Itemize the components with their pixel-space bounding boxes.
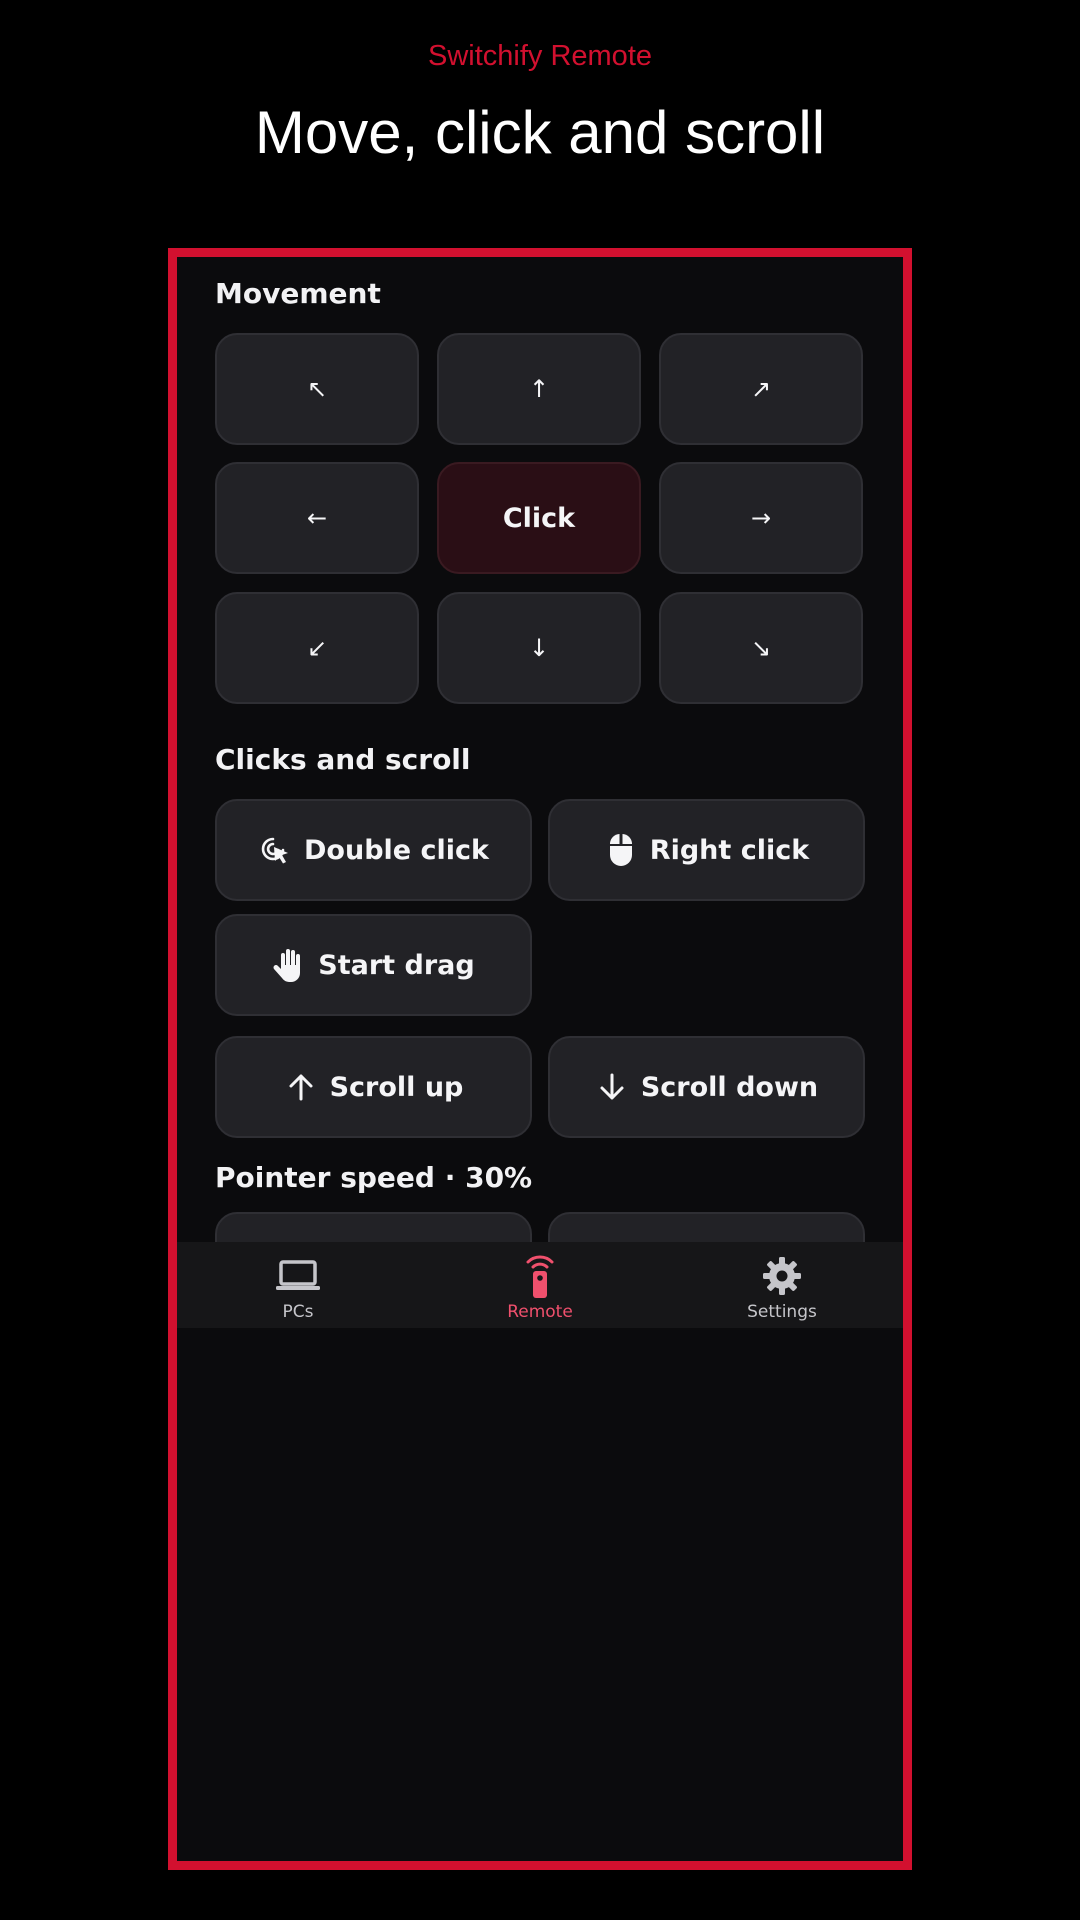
double-click-button[interactable]: Double click (215, 799, 532, 901)
move-down-left-button[interactable]: ↙ (215, 592, 419, 704)
scroll-down-button[interactable]: Scroll down (548, 1036, 865, 1138)
start-drag-label: Start drag (318, 949, 475, 981)
click-button[interactable]: Click (437, 462, 641, 574)
move-down-right-button[interactable]: ↘ (659, 592, 863, 704)
remote-scroll-area[interactable]: Movement ↖ ↑ ↗ ← Click → ↙ ↓ ↘ Clicks an… (177, 257, 903, 1242)
phone-frame: Movement ↖ ↑ ↗ ← Click → ↙ ↓ ↘ Clicks an… (168, 248, 912, 1870)
scroll-up-button[interactable]: Scroll up (215, 1036, 532, 1138)
mouse-icon (604, 833, 638, 867)
speed-increase-button[interactable] (548, 1212, 865, 1242)
arrow-right-icon: → (750, 504, 772, 532)
arrow-up-icon: ↑ (528, 375, 550, 403)
speed-decrease-button[interactable] (215, 1212, 532, 1242)
right-click-label: Right click (649, 834, 810, 866)
right-click-button[interactable]: Right click (548, 799, 865, 901)
laptop-icon (275, 1254, 321, 1298)
arrow-down-right-icon: ↘ (750, 634, 772, 662)
arrow-down-icon (595, 1070, 629, 1104)
move-right-button[interactable]: → (659, 462, 863, 574)
clicks-section-title: Clicks and scroll (215, 743, 471, 776)
bottom-navigation: PCs Remote Settings (177, 1242, 903, 1328)
move-left-button[interactable]: ← (215, 462, 419, 574)
nav-label-remote: Remote (507, 1302, 573, 1322)
nav-item-pcs[interactable]: PCs (177, 1242, 419, 1328)
double-click-icon (258, 833, 292, 867)
move-up-left-button[interactable]: ↖ (215, 333, 419, 445)
scroll-up-label: Scroll up (329, 1071, 464, 1103)
pointer-speed-title: Pointer speed · 30% (215, 1161, 533, 1194)
start-drag-button[interactable]: Start drag (215, 914, 532, 1016)
move-up-button[interactable]: ↑ (437, 333, 641, 445)
double-click-label: Double click (304, 834, 489, 866)
gear-icon (762, 1254, 802, 1298)
arrow-up-right-icon: ↗ (750, 375, 772, 403)
remote-screen: Movement ↖ ↑ ↗ ← Click → ↙ ↓ ↘ Clicks an… (177, 257, 903, 1861)
arrow-left-icon: ← (306, 504, 328, 532)
arrow-down-left-icon: ↙ (306, 634, 328, 662)
hand-icon (272, 948, 306, 982)
nav-item-remote[interactable]: Remote (419, 1242, 661, 1328)
remote-icon (522, 1254, 558, 1298)
scroll-down-label: Scroll down (640, 1071, 819, 1103)
move-down-button[interactable]: ↓ (437, 592, 641, 704)
movement-section-title: Movement (215, 277, 381, 310)
arrow-up-left-icon: ↖ (306, 375, 328, 403)
nav-label-pcs: PCs (282, 1302, 314, 1322)
move-up-right-button[interactable]: ↗ (659, 333, 863, 445)
arrow-up-icon (284, 1070, 318, 1104)
arrow-down-icon: ↓ (528, 634, 550, 662)
promo-title: Move, click and scroll (254, 99, 826, 166)
promo-eyebrow: Switchify Remote (427, 40, 652, 72)
nav-item-settings[interactable]: Settings (661, 1242, 903, 1328)
nav-label-settings: Settings (747, 1302, 817, 1322)
click-button-label: Click (502, 502, 576, 534)
